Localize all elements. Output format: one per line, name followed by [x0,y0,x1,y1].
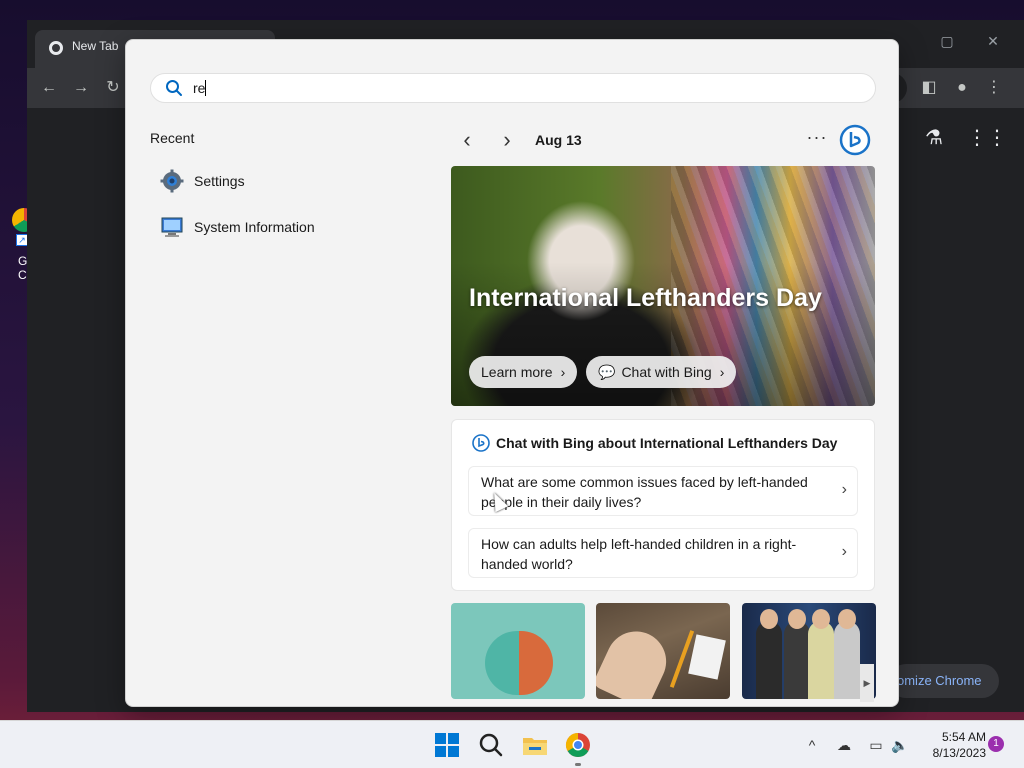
back-icon[interactable]: ← [35,74,63,102]
running-indicator [575,763,581,766]
person-shape [784,621,810,699]
chat-card-heading-text: Chat with Bing about International Lefth… [496,435,838,451]
taskbar: ^ ☁ ▭ 🔈 5:54 AM 8/13/2023 1 [0,720,1024,768]
recent-item-system-information[interactable]: System Information [150,209,420,245]
side-panel-icon[interactable]: ◧ [915,74,943,102]
brain-right-hemisphere [519,631,553,695]
search-input[interactable]: re [150,73,876,103]
hand-shape [596,621,676,699]
chat-question-item[interactable]: How can adults help left-handed children… [468,528,858,578]
file-explorer-icon[interactable] [519,729,551,761]
person-head [788,609,806,629]
close-icon[interactable]: ✕ [973,26,1013,56]
chevron-up-icon[interactable]: ^ [802,735,822,755]
person-shape [834,621,860,699]
notification-badge[interactable]: 1 [988,736,1004,752]
menu-icon[interactable]: ⋮ [980,74,1008,102]
chevron-right-icon: › [841,481,847,498]
reload-icon[interactable]: ↻ [99,74,127,102]
clock-date: 8/13/2023 [932,746,986,760]
bing-logo-icon[interactable] [839,124,871,156]
brain-image[interactable] [451,603,585,699]
chat-question-item[interactable]: What are some common issues faced by lef… [468,466,858,516]
text-caret [205,80,207,96]
recent-item-label: Settings [194,173,245,189]
volume-icon[interactable]: 🔈 [890,735,910,755]
display-icon[interactable]: ▭ [866,735,886,755]
person-shape [808,621,834,699]
search-icon [166,80,182,96]
chrome-icon[interactable] [562,729,594,761]
chevron-right-icon: › [841,543,847,560]
band-photo-image[interactable] [742,603,876,699]
chat-question-text: What are some common issues faced by lef… [481,474,808,510]
chrome-favicon-icon [49,41,63,55]
bing-chat-icon [472,434,490,452]
person-head [812,609,830,629]
learn-more-button[interactable]: Learn more › [469,356,578,388]
chevron-right-icon: › [560,364,566,380]
start-button[interactable] [431,729,463,761]
recent-item-settings[interactable]: Settings [150,163,420,199]
chat-question-text: How can adults help left-handed children… [481,536,797,572]
search-query-text: re [193,80,207,96]
notepad-shape [688,634,726,680]
tab-title: New Tab [72,39,119,53]
person-head [760,609,778,629]
hero-card[interactable]: International Lefthanders Day Learn more… [451,166,875,406]
person-shape [756,621,782,699]
forward-icon[interactable]: → [67,74,95,102]
hero-title: International Lefthanders Day [469,284,822,312]
chat-with-bing-label: Chat with Bing [621,364,712,380]
previous-day-button[interactable]: ‹ [455,128,479,156]
chat-with-bing-button[interactable]: 💬 Chat with Bing › [586,356,737,388]
highlight-date-bar: ‹ › Aug 13 ··· [451,124,875,160]
start-icon [431,729,463,761]
system-info-icon [161,217,183,237]
hand-pencil-image[interactable] [596,603,730,699]
profile-icon[interactable]: ● [948,74,976,102]
chat-card-heading: Chat with Bing about International Lefth… [472,434,837,452]
apps-grid-icon[interactable]: ⋮⋮ [967,123,1007,153]
search-flyout: re Recent Settings System Information ‹ … [125,39,899,707]
labs-icon[interactable]: ⚗ [919,123,949,153]
search-query-value: re [193,80,206,96]
clock-time: 5:54 AM [941,730,986,744]
brain-left-hemisphere [485,631,519,695]
recent-item-label: System Information [194,219,315,235]
search-icon[interactable] [475,729,507,761]
clock[interactable]: 5:54 AM 8/13/2023 [918,729,986,761]
maximize-icon[interactable]: ▢ [927,26,967,56]
chat-with-bing-card: Chat with Bing about International Lefth… [451,419,875,591]
gear-icon [160,169,184,193]
recent-heading: Recent [150,130,195,146]
next-day-button[interactable]: › [495,128,519,156]
chevron-right-icon: › [719,364,725,380]
more-options-button[interactable]: ··· [805,126,829,154]
person-head [838,609,856,629]
customize-chrome-button[interactable]: omize Chrome [889,664,999,698]
scroll-right-button[interactable]: ▶ [860,664,874,702]
learn-more-label: Learn more [481,364,553,380]
date-label: Aug 13 [535,132,582,148]
chat-bubble-icon: 💬 [598,364,616,380]
cloud-offline-icon[interactable]: ☁ [834,735,854,755]
